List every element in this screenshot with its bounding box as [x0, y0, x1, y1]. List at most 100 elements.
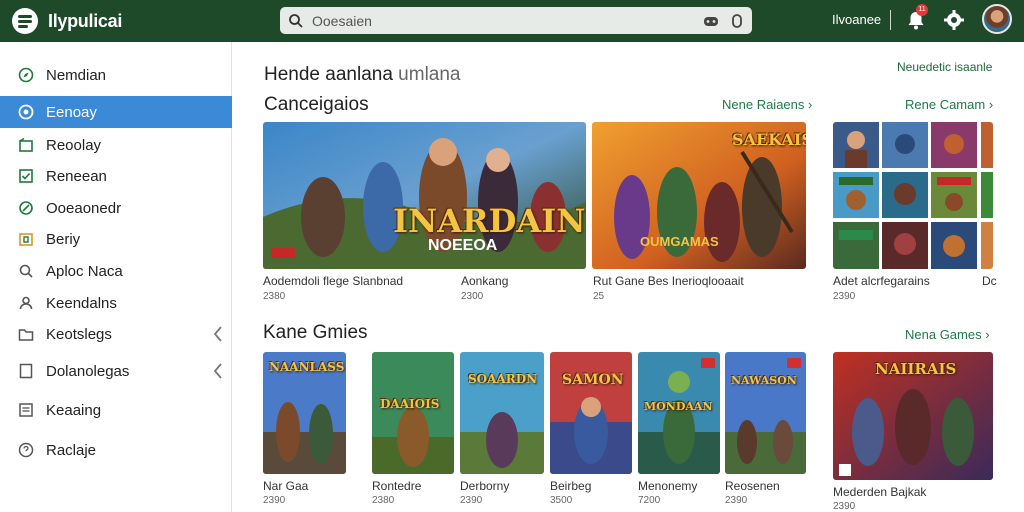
microphone-icon[interactable]: [730, 12, 744, 30]
user-icon: [19, 296, 33, 310]
section-title-featured: Canceigaios: [264, 94, 369, 115]
sidebar-item-label: Raclaje: [46, 442, 97, 459]
card-title: Reosenen: [725, 479, 780, 493]
cover-title: NAANLASS: [269, 360, 345, 374]
cover-subtitle: NOEEOA: [428, 237, 498, 254]
sidebar-item-label: Aploc Naca: [46, 263, 123, 280]
card-subtitle: 25: [593, 291, 605, 302]
card-title: Aodemdoli flege Slanbnad: [263, 274, 404, 288]
search-icon: [19, 264, 33, 278]
app-logo[interactable]: Ilypulicai: [12, 8, 122, 34]
sidebar-item-label: Reoolay: [46, 137, 102, 154]
card-title: Adet alcrfegarains: [833, 274, 930, 288]
badge: [701, 358, 715, 368]
list-icon: [19, 403, 33, 417]
divider: [890, 10, 891, 30]
featured-game-card-1[interactable]: INARDAIN NOEEOA: [263, 122, 586, 269]
chevron-right-icon: ›: [985, 327, 990, 342]
sidebar-item-label: Keendalns: [46, 295, 117, 312]
sidebar-item-raclaje[interactable]: Raclaje: [0, 434, 232, 466]
controller-icon[interactable]: [702, 12, 720, 30]
chevron-left-icon[interactable]: [212, 325, 224, 343]
card-subtitle: 2390: [833, 501, 856, 512]
main-content: Hende aanlana umlana Neuedetic isaanle C…: [232, 42, 1024, 512]
top-right-link[interactable]: Neuedetic isaanle: [897, 60, 992, 74]
cover-title: NAWASON: [731, 374, 797, 387]
game-cover-art: [263, 122, 586, 269]
see-more-label: Nene Raiaens: [722, 97, 805, 112]
game-card[interactable]: NAWASON: [725, 352, 806, 474]
card-subtitle: 3500: [550, 495, 573, 506]
game-cover-art: [725, 352, 806, 474]
cover-title: SAEKAIS: [732, 130, 806, 149]
top-bar: Ilypulicai Ilvoanee 11: [0, 0, 1024, 42]
library-icon: [19, 137, 33, 152]
sidebar-item-label: Keotslegs: [46, 326, 112, 343]
see-more-label: Nena Games: [905, 327, 982, 342]
cover-title: INARDAIN: [393, 202, 586, 240]
card-subtitle: 7200: [638, 495, 661, 506]
sidebar-item-eenoay[interactable]: Eenoay: [0, 96, 232, 128]
sidebar-item-reoolay[interactable]: Reoolay: [0, 129, 232, 161]
sidebar-item-label: Nemdian: [46, 67, 107, 84]
card-title: Rut Gane Bes Inerioqlooaait: [593, 274, 744, 288]
game-cover-art: [460, 352, 544, 474]
sidebar-item-label: Keaaing: [46, 402, 102, 419]
sidebar-item-reneean[interactable]: Reneean: [0, 160, 232, 192]
game-card[interactable]: MONDAAN: [638, 352, 720, 474]
game-thumbnail-grid[interactable]: [833, 122, 993, 269]
sidebar-item-label: Reneean: [46, 168, 107, 185]
sidebar-item-keaaing[interactable]: Keaaing: [0, 394, 232, 426]
card-subtitle: 2390: [833, 291, 856, 302]
game-card[interactable]: NAANLASS: [263, 352, 346, 474]
sidebar-item-aploc-naca[interactable]: Aploc Naca: [0, 255, 232, 287]
avatar[interactable]: [982, 4, 1012, 34]
sidebar-item-label: Beriy: [46, 231, 81, 248]
page-title-text: Hende aanlana: [264, 64, 393, 85]
see-more-link-3[interactable]: Nena Games ›: [905, 327, 990, 342]
sidebar-item-ooeaonedr[interactable]: Ooeaonedr: [0, 192, 232, 224]
sidebar-item-nemdian[interactable]: Nemdian: [0, 59, 232, 91]
card-title: Derborny: [460, 479, 510, 493]
game-card-large[interactable]: NAIIRAIS: [833, 352, 993, 480]
card-subtitle: 2390: [263, 495, 286, 506]
sidebar-item-beriy[interactable]: Beriy: [0, 223, 232, 255]
card-title: Beirbeg: [550, 479, 592, 493]
app-title: Ilypulicai: [48, 10, 123, 31]
card-subtitle: 2380: [372, 495, 395, 506]
badge: [787, 358, 801, 368]
game-cover-art: [638, 352, 720, 474]
document-icon: [19, 363, 33, 379]
featured-game-card-2[interactable]: SAEKAIS OUMGAMAS: [592, 122, 806, 269]
chevron-left-icon[interactable]: [212, 362, 224, 380]
card-subtitle: 2300: [461, 291, 484, 302]
thumbnail-mosaic: [833, 122, 993, 269]
see-more-link-2[interactable]: Rene Camam ›: [905, 97, 993, 112]
card-title: Dc: [982, 274, 997, 288]
game-card[interactable]: SAMON: [550, 352, 632, 474]
card-title: Nar Gaa: [263, 479, 309, 493]
sidebar-item-dolanolegas[interactable]: Dolanolegas: [0, 355, 232, 387]
game-cover-art: [372, 352, 454, 474]
sidebar-item-keendalns[interactable]: Keendalns: [0, 287, 232, 319]
search-bar[interactable]: [280, 7, 752, 34]
card-subtitle: 2390: [460, 495, 483, 506]
card-title: Aonkang: [461, 274, 509, 288]
chevron-right-icon: ›: [988, 97, 994, 112]
game-card[interactable]: SOAARDN: [460, 352, 544, 474]
sidebar-item-keotslegs[interactable]: Keotslegs: [0, 318, 232, 350]
card-title: Rontedre: [372, 479, 422, 493]
game-card[interactable]: DAAIOIS: [372, 352, 454, 474]
page-title: Hende aanlana umlana: [264, 64, 461, 86]
search-input[interactable]: [312, 12, 692, 29]
cover-title: MONDAAN: [644, 400, 713, 413]
gift-icon: [19, 233, 33, 246]
help-icon: [18, 442, 34, 458]
cover-title: SOAARDN: [468, 372, 538, 386]
see-more-link-1[interactable]: Nene Raiaens ›: [722, 97, 812, 112]
folder-icon: [18, 329, 34, 341]
sidebar-item-label: Eenoay: [46, 104, 97, 121]
gear-icon[interactable]: [943, 9, 965, 31]
card-subtitle: 2380: [263, 291, 286, 302]
user-label[interactable]: Ilvoanee: [832, 12, 881, 27]
